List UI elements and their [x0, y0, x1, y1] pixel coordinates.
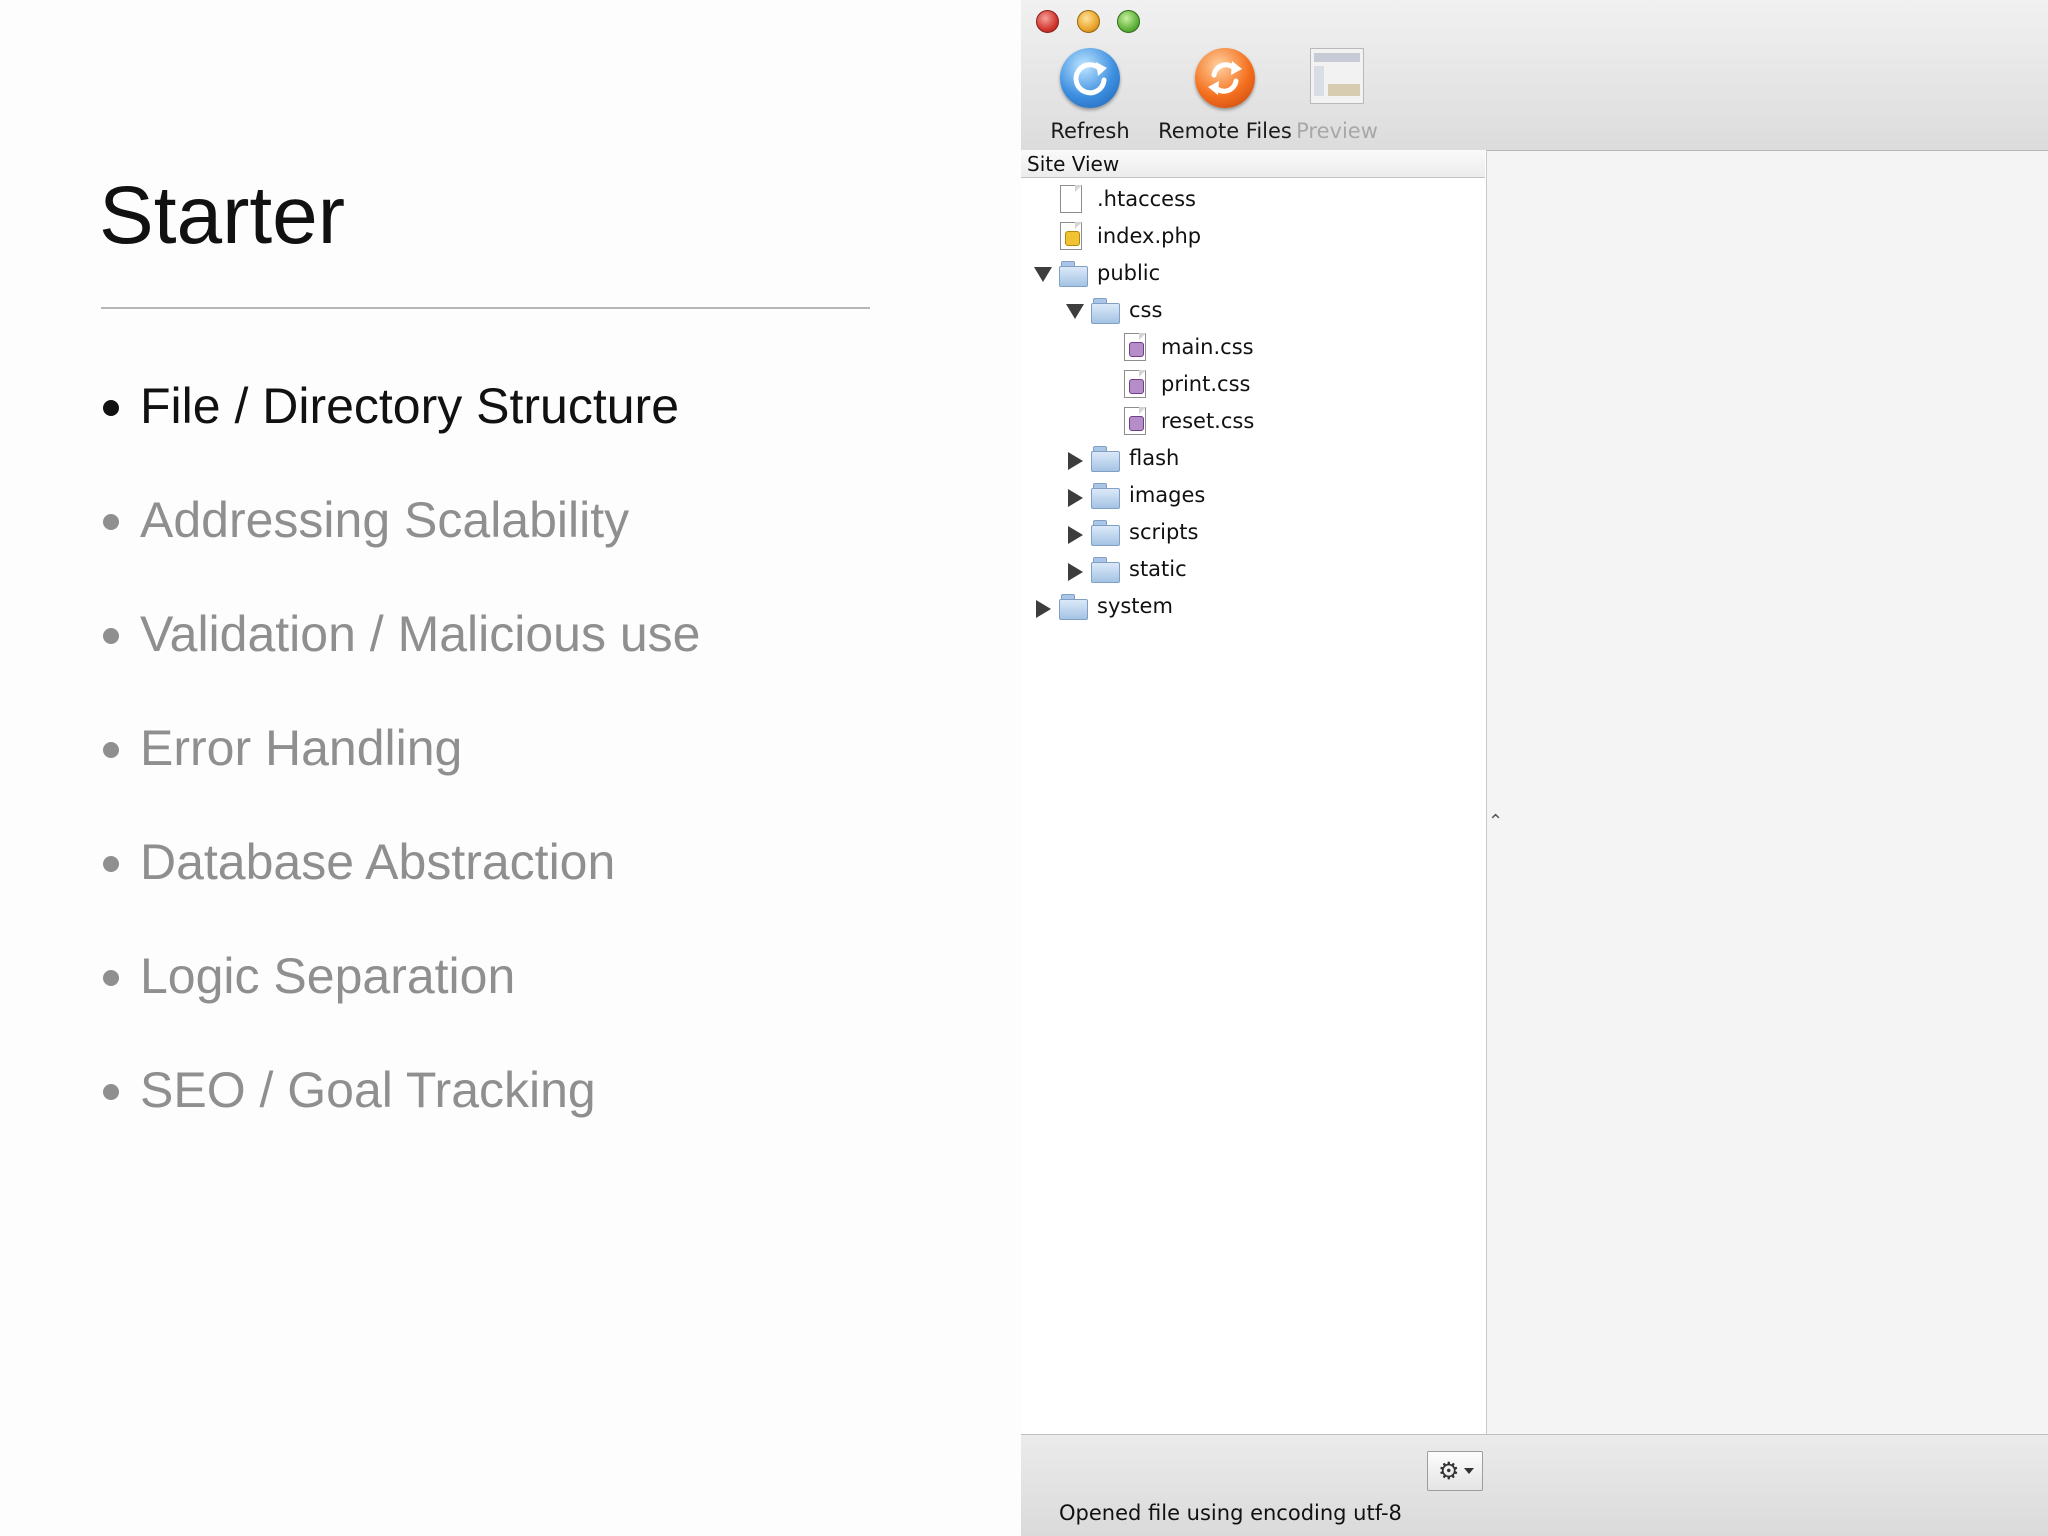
bullet-label: SEO / Goal Tracking: [140, 1062, 596, 1118]
tree-row-label: scripts: [1129, 520, 1199, 544]
folder-icon: [1091, 518, 1120, 546]
bullet-dot-icon: [103, 1084, 119, 1100]
php-file-icon: [1060, 222, 1084, 252]
bullet-item: SEO / Goal Tracking: [99, 1052, 700, 1166]
refresh-label: Refresh: [1050, 119, 1130, 143]
tree-row-htaccess[interactable]: .htaccess: [1021, 181, 1485, 218]
tree-row-label: public: [1097, 261, 1161, 285]
tree-row-label: print.css: [1161, 372, 1251, 396]
tree-row-label: reset.css: [1161, 409, 1255, 433]
bullet-label: Addressing Scalability: [140, 492, 630, 548]
css-file-icon: [1124, 370, 1148, 400]
tree-row-system[interactable]: system: [1021, 588, 1485, 625]
bullet-dot-icon: [103, 514, 119, 530]
disclosure-collapsed-icon[interactable]: [1068, 452, 1083, 470]
disclosure-expanded-icon[interactable]: [1066, 304, 1084, 319]
tree-row-reset-css[interactable]: reset.css: [1021, 403, 1485, 440]
bullet-label: Validation / Malicious use: [140, 606, 701, 662]
bullet-list: File / Directory Structure Addressing Sc…: [99, 368, 700, 1166]
bullet-item: Logic Separation: [99, 938, 700, 1052]
chevron-down-icon: [1464, 1468, 1474, 1474]
close-window-button[interactable]: [1036, 10, 1059, 33]
folder-icon: [1091, 555, 1120, 583]
tree-row-label: system: [1097, 594, 1173, 618]
tree-row-print-css[interactable]: print.css: [1021, 366, 1485, 403]
refresh-button[interactable]: Refresh: [1035, 48, 1145, 143]
bullet-item: Error Handling: [99, 710, 700, 824]
tree-row-label: main.css: [1161, 335, 1254, 359]
folder-icon: [1091, 296, 1120, 324]
tree-row-static[interactable]: static: [1021, 551, 1485, 588]
site-view-panel: Site View .htaccess index.php public css: [1021, 150, 1487, 1434]
bullet-item: Addressing Scalability: [99, 482, 700, 596]
action-menu-button[interactable]: ⚙: [1427, 1451, 1483, 1491]
tree-row-index-php[interactable]: index.php: [1021, 218, 1485, 255]
tree-row-label: images: [1129, 483, 1206, 507]
preview-icon: [1310, 48, 1364, 104]
splitter-handle-icon[interactable]: ⌃: [1488, 811, 1503, 832]
disclosure-collapsed-icon[interactable]: [1036, 600, 1051, 618]
disclosure-collapsed-icon[interactable]: [1068, 489, 1083, 507]
tree-row-flash[interactable]: flash: [1021, 440, 1485, 477]
bullet-label: File / Directory Structure: [140, 378, 680, 434]
slide-title: Starter: [99, 170, 346, 261]
tree-row-main-css[interactable]: main.css: [1021, 329, 1485, 366]
bullet-item: File / Directory Structure: [99, 368, 700, 482]
bullet-dot-icon: [103, 742, 119, 758]
window-toolbar: Refresh Remote Files Preview: [1021, 0, 2048, 151]
bullet-dot-icon: [103, 970, 119, 986]
gear-icon: ⚙: [1438, 1457, 1460, 1485]
bullet-dot-icon: [103, 400, 119, 416]
tree-row-label: .htaccess: [1097, 187, 1196, 211]
folder-icon: [1091, 481, 1120, 509]
tree-row-css[interactable]: css: [1021, 292, 1485, 329]
folder-icon: [1059, 259, 1088, 287]
remote-files-icon: [1195, 48, 1255, 108]
bullet-dot-icon: [103, 856, 119, 872]
bullet-item: Database Abstraction: [99, 824, 700, 938]
folder-icon: [1091, 444, 1120, 472]
tree-row-public[interactable]: public: [1021, 255, 1485, 292]
bullet-dot-icon: [103, 628, 119, 644]
app-window: Refresh Remote Files Preview Site View .…: [1021, 0, 2048, 1536]
tree-row-images[interactable]: images: [1021, 477, 1485, 514]
status-message: Opened file using encoding utf-8: [1059, 1501, 1402, 1525]
zoom-window-button[interactable]: [1117, 10, 1140, 33]
bullet-label: Error Handling: [140, 720, 463, 776]
disclosure-collapsed-icon[interactable]: [1068, 563, 1083, 581]
preview-button[interactable]: Preview: [1287, 48, 1387, 143]
disclosure-expanded-icon[interactable]: [1034, 267, 1052, 282]
status-bar: ⚙ Opened file using encoding utf-8: [1021, 1434, 2048, 1536]
refresh-icon: [1060, 48, 1120, 108]
title-divider: [101, 307, 870, 309]
bullet-label: Logic Separation: [140, 948, 516, 1004]
disclosure-collapsed-icon[interactable]: [1068, 526, 1083, 544]
tree-row-label: index.php: [1097, 224, 1202, 248]
generic-file-icon: [1060, 185, 1084, 215]
bullet-item: Validation / Malicious use: [99, 596, 700, 710]
css-file-icon: [1124, 407, 1148, 437]
tree-row-label: flash: [1129, 446, 1180, 470]
minimize-window-button[interactable]: [1077, 10, 1100, 33]
site-view-header[interactable]: Site View: [1021, 150, 1485, 178]
preview-label: Preview: [1296, 119, 1378, 143]
tree-row-label: css: [1129, 298, 1163, 322]
tree-row-label: static: [1129, 557, 1187, 581]
folder-icon: [1059, 592, 1088, 620]
tree-row-scripts[interactable]: scripts: [1021, 514, 1485, 551]
css-file-icon: [1124, 333, 1148, 363]
bullet-label: Database Abstraction: [140, 834, 616, 890]
